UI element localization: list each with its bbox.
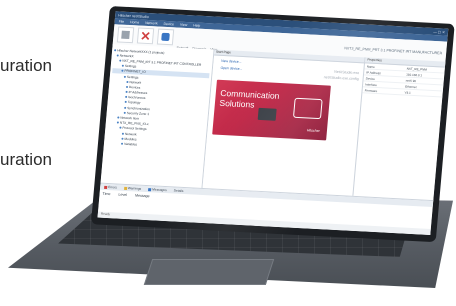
side-caption-2: uration: [0, 150, 52, 169]
tree-item-label: NetworkX: [119, 53, 134, 59]
communication-solutions-banner: Communication Solutions Hilscher: [211, 79, 331, 141]
tree-node-icon: [126, 80, 129, 83]
tree-node-icon: [124, 106, 127, 109]
project-tree: Hilscher NetworkXXX (1 projects) NetworkX…: [100, 44, 215, 189]
code-window-icon: [292, 97, 323, 120]
tree-node-icon: [121, 64, 124, 67]
tree-item-label: Network: [129, 79, 142, 85]
tree-node-icon: [125, 85, 129, 88]
tree-item-label: Isochronous: [127, 95, 146, 101]
tab-errors[interactable]: Errors: [102, 184, 119, 191]
tree-node-icon: [119, 59, 122, 62]
tree-item-label: Settings: [126, 74, 139, 80]
tab-details[interactable]: Details: [171, 187, 185, 194]
col-message: Message: [134, 193, 150, 199]
tree-node-icon: [124, 101, 127, 104]
col-time: Time: [102, 191, 111, 197]
tree-item-label: Settings: [124, 63, 137, 69]
tree-node-icon: [116, 54, 119, 57]
menu-network[interactable]: Network: [145, 21, 158, 26]
tree-item-label: Modules: [124, 136, 137, 142]
menu-view[interactable]: View: [180, 23, 188, 27]
tree-node-icon: [121, 137, 124, 140]
window-controls[interactable]: — ▢ ✕: [433, 29, 445, 34]
property-value: V3.1: [404, 90, 412, 95]
menu-device[interactable]: Device: [163, 22, 174, 27]
tab-messages[interactable]: Messages: [146, 186, 169, 193]
menu-home[interactable]: Home: [130, 20, 139, 24]
side-caption-1: uration: [0, 56, 52, 75]
app-window: Hilscher netXStudio — ▢ ✕ File Home Netw…: [97, 11, 449, 235]
start-page: Start Page New device... Open device... …: [201, 49, 366, 197]
menu-help[interactable]: Help: [193, 23, 200, 27]
banner-title: Communication Solutions: [219, 88, 280, 111]
tree-node-icon: [116, 121, 119, 124]
col-level: Level: [118, 192, 128, 198]
device-image: [257, 107, 277, 121]
ribbon-button-3[interactable]: [156, 28, 175, 46]
info-icon: [148, 187, 152, 191]
laptop-touchpad: [143, 259, 275, 285]
banner-brand: Hilscher: [306, 128, 321, 134]
properties-panel: Properties Name NXT_RE_PNM IP Address 192.1…: [353, 57, 446, 202]
tree-node-icon: [123, 75, 127, 78]
tree-node-icon: [114, 48, 117, 51]
tree-node-icon: [123, 111, 126, 114]
ribbon-button-1[interactable]: [116, 26, 135, 44]
warning-icon: [123, 186, 128, 190]
workarea: Hilscher NetworkXXX (1 projects) NetworkX…: [100, 44, 446, 202]
delete-button[interactable]: [136, 27, 155, 45]
tree-node-icon: [121, 132, 125, 135]
tree-item-label: Topology: [127, 100, 141, 106]
laptop-screen-bezel: Hilscher netXStudio — ▢ ✕ File Home Netw…: [90, 6, 455, 243]
tree-item-label: Devices: [128, 84, 141, 90]
faint-label-2: netXStudio.exe.config: [323, 75, 359, 82]
tree-node-icon: [121, 69, 124, 73]
tree-node-icon: [120, 142, 124, 145]
tree-item-label: Variables: [123, 141, 138, 147]
tree-node-icon: [117, 116, 120, 119]
tree-node-icon: [125, 96, 128, 99]
menu-file[interactable]: File: [119, 19, 125, 23]
property-key: Firmware: [364, 87, 378, 93]
tree-node-icon: [125, 90, 128, 94]
tab-warnings[interactable]: Warnings: [122, 185, 144, 192]
device-title: NXT3_RE_PNM_PRT 3.1 PROFINET IRT MANUFAC…: [344, 46, 443, 56]
tree-node-icon: [119, 126, 122, 130]
tree-item-label: Network: [124, 131, 137, 137]
error-icon: [104, 185, 108, 189]
